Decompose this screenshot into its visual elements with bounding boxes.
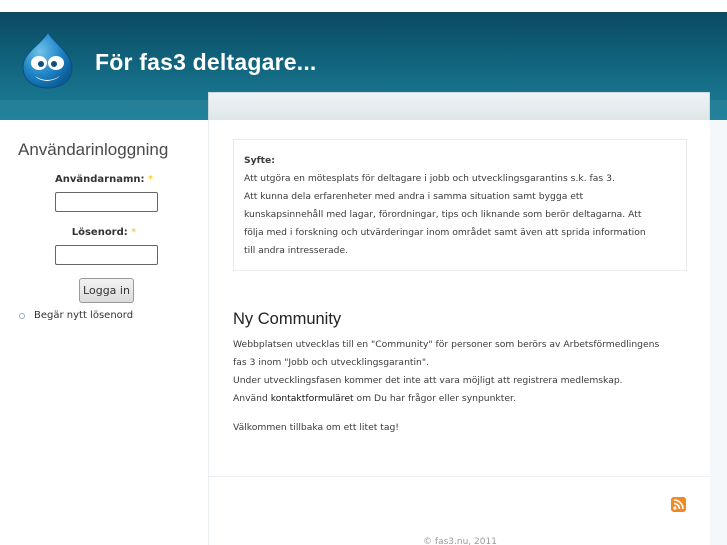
mission-box: Syfte: Att utgöra en mötesplats för delt… bbox=[233, 139, 687, 271]
welcome-text: Välkommen tillbaka om ett litet tag! bbox=[233, 422, 399, 433]
password-field[interactable] bbox=[55, 245, 158, 265]
site-name[interactable]: För fas3 deltagare... bbox=[95, 49, 317, 76]
article-body: Webbplatsen utvecklas till en "Community… bbox=[233, 336, 693, 408]
rss-feed-icon[interactable] bbox=[671, 497, 686, 512]
sidebar: Användarinloggning Användarnamn: * Lösen… bbox=[0, 120, 208, 545]
mission-line: kunskapsinnehåll med lagar, förordningar… bbox=[244, 209, 642, 220]
article-line: Webbplatsen utvecklas till en "Community… bbox=[233, 339, 660, 350]
required-mark: * bbox=[131, 227, 137, 238]
mission-line: till andra intresserade. bbox=[244, 245, 349, 256]
request-new-password-link[interactable]: Begär nytt lösenord bbox=[34, 310, 133, 321]
mission-title: Syfte: bbox=[244, 155, 275, 166]
username-field[interactable] bbox=[55, 192, 158, 212]
article-line: Under utvecklingsfasen kommer det inte a… bbox=[233, 375, 623, 386]
article-text: Använd bbox=[233, 393, 271, 404]
divider bbox=[209, 476, 711, 477]
article-line: Använd kontaktformuläret om Du har frågo… bbox=[233, 390, 693, 408]
article-text: om Du har frågor eller synpunkter. bbox=[353, 393, 516, 404]
required-mark: * bbox=[147, 174, 153, 185]
login-button[interactable]: Logga in bbox=[79, 278, 134, 303]
username-label: Användarnamn: * bbox=[0, 174, 208, 185]
mission-line: Att utgöra en mötesplats för deltagare i… bbox=[244, 173, 615, 184]
content-top-bar bbox=[208, 92, 710, 120]
main-content: Syfte: Att utgöra en mötesplats för delt… bbox=[208, 120, 711, 545]
list-bullet-icon bbox=[19, 313, 25, 319]
login-block-title: Användarinloggning bbox=[18, 140, 169, 159]
mission-line: följa med i forskning och utvärderingar … bbox=[244, 227, 646, 238]
mission-line: Att kunna dela erfarenheter med andra i … bbox=[244, 191, 584, 202]
password-label: Lösenord: * bbox=[0, 227, 208, 238]
footer-copyright: © fas3.nu, 2011 bbox=[423, 537, 497, 545]
article-line: fas 3 inom "Jobb och utvecklingsgarantin… bbox=[233, 357, 430, 368]
contact-form-link[interactable]: kontaktformuläret bbox=[271, 393, 354, 404]
top-band bbox=[0, 0, 727, 12]
drupal-drop-icon[interactable] bbox=[18, 30, 76, 90]
article-title[interactable]: Ny Community bbox=[233, 310, 341, 329]
password-label-text: Lösenord: bbox=[71, 227, 128, 238]
username-label-text: Användarnamn: bbox=[55, 174, 145, 185]
